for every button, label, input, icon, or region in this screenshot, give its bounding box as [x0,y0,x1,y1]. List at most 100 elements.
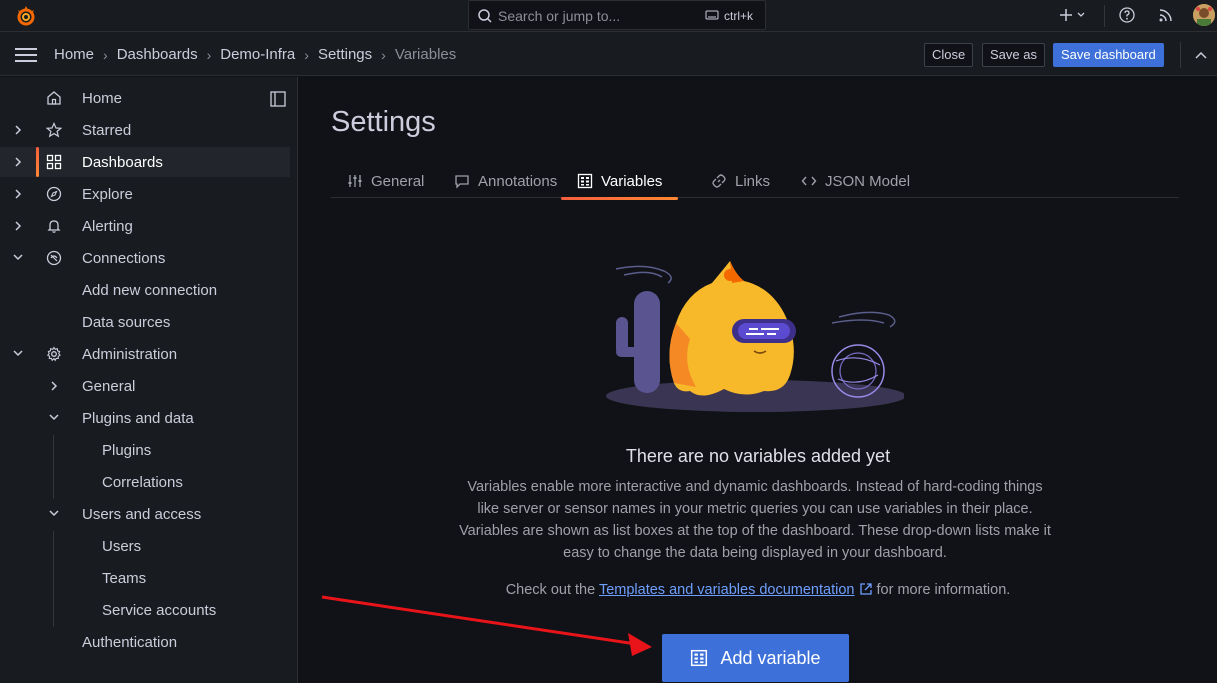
docs-prefix: Check out the [505,582,596,598]
help-icon[interactable] [1119,7,1135,23]
news-feed-icon[interactable] [1158,7,1174,23]
empty-state-illustration-icon [606,261,904,412]
chevron-down-icon[interactable] [12,252,24,262]
docs-link[interactable]: Templates and variables documentation [599,582,855,598]
sidebar-item-label: Administration [82,346,178,363]
search-box[interactable]: Search or jump to... ctrl+k [468,0,766,30]
bell-icon [47,220,61,233]
chevron-right-icon[interactable] [13,124,23,136]
chevron-up-icon[interactable] [1194,50,1208,60]
chevron-right-icon[interactable] [13,188,23,200]
avatar-image-icon [1193,4,1215,26]
sidebar-item-general[interactable]: General [0,371,290,401]
code-brackets-icon [801,176,817,186]
sidebar-item-label: Data sources [82,314,171,331]
breadcrumb-separator-icon: › [304,46,309,63]
user-avatar[interactable] [1193,4,1215,26]
tab-links[interactable]: Links [711,164,770,198]
home-icon [47,91,61,105]
compass-icon [46,186,62,202]
empty-state-description: Variables enable more interactive and dy… [459,479,1051,561]
top-bar: Search or jump to... ctrl+k [0,0,1217,32]
toolbar-divider [1104,5,1105,27]
empty-state-title: There are no variables added yet [625,446,891,466]
sidebar-item-label: Plugins and data [82,410,194,427]
add-variable-label: Add variable [720,647,821,668]
grafana-logo-icon[interactable] [14,4,38,28]
chevron-right-icon[interactable] [13,220,23,232]
sidebar: Home Starred Dashboards Explore Alerting… [0,77,298,683]
variables-icon [577,173,593,189]
sidebar-item-label: Teams [102,570,147,587]
breadcrumb-variables: Variables [394,46,457,63]
sidebar-item-users-and-access[interactable]: Users and access [0,499,290,529]
tab-label: Links [735,172,771,190]
comment-icon [455,175,469,189]
sidebar-item-plugins[interactable]: Plugins [0,435,290,465]
sidebar-item-explore[interactable]: Explore [0,179,290,209]
sidebar-item-correlations[interactable]: Correlations [0,467,290,497]
settings-tabs: General Annotations Variables Links JSON… [331,164,1179,200]
search-shortcut: ctrl+k [724,9,754,23]
sidebar-item-service-accounts[interactable]: Service accounts [0,595,290,625]
chevron-down-icon[interactable] [48,508,60,518]
sidebar-item-users[interactable]: Users [0,531,290,561]
save-as-button[interactable]: Save as [982,43,1045,67]
external-link-icon[interactable] [859,582,873,596]
sidebar-item-label: General [82,378,136,395]
sidebar-item-label: Plugins [102,442,152,459]
dashboards-grid-icon [46,154,62,170]
sidebar-item-authentication[interactable]: Authentication [0,627,290,657]
sidebar-item-connections[interactable]: Connections [0,243,290,273]
sidebar-item-label: Connections [82,250,166,267]
search-icon [478,9,492,23]
breadcrumb-separator-icon: › [206,46,212,63]
new-plus-icon[interactable] [1059,7,1087,23]
save-dashboard-button[interactable]: Save dashboard [1053,43,1164,67]
breadcrumb-demo-infra[interactable]: Demo-Infra [220,46,295,63]
main-content: Settings General Annotations Variables L… [299,77,1217,683]
chevron-right-icon[interactable] [13,156,23,168]
tab-annotations[interactable]: Annotations [454,164,557,198]
star-icon [46,122,62,138]
sidebar-item-label: Users [102,538,142,555]
sidebar-item-label: Dashboards [82,154,163,171]
sidebar-item-data-sources[interactable]: Data sources [0,307,290,337]
sidebar-item-home[interactable]: Home [0,83,290,113]
sidebar-item-label: Add new connection [82,282,218,299]
sidebar-item-teams[interactable]: Teams [0,563,290,593]
link-icon [712,174,726,188]
variables-icon [691,649,708,667]
tab-variables[interactable]: Variables [561,164,679,200]
sidebar-item-label: Service accounts [102,602,217,619]
sidebar-item-dashboards[interactable]: Dashboards [0,147,290,177]
page-title: Settings [331,106,436,138]
breadcrumb-home[interactable]: Home [54,46,94,63]
add-variable-button[interactable]: Add variable [662,634,849,682]
breadcrumb-separator-icon: › [381,46,386,63]
sidebar-item-add-new-connection[interactable]: Add new connection [0,275,290,305]
sidebar-item-starred[interactable]: Starred [0,115,290,145]
sidebar-item-plugins-and-data[interactable]: Plugins and data [0,403,290,433]
docs-suffix: for more information. [876,582,1011,598]
tab-label: Annotations [478,172,558,190]
sliders-icon [348,175,362,187]
tab-general[interactable]: General [347,164,424,198]
active-indicator [36,147,39,177]
sidebar-item-administration[interactable]: Administration [0,339,290,369]
tab-json-model[interactable]: JSON Model [801,164,910,198]
search-placeholder: Search or jump to... [498,8,621,24]
active-tab-indicator [561,197,679,200]
close-button[interactable]: Close [924,43,974,67]
tab-label: JSON Model [825,172,911,190]
docs-line: Check out the Templates and variables do… [299,582,1217,598]
breadcrumb-settings[interactable]: Settings [318,46,372,63]
chevron-right-icon[interactable] [49,380,59,392]
breadcrumb-dashboards[interactable]: Dashboards [117,46,198,63]
sidebar-item-label: Users and access [82,506,202,523]
chevron-down-icon[interactable] [48,412,60,422]
sidebar-item-alerting[interactable]: Alerting [0,211,290,241]
menu-icon[interactable] [15,47,37,63]
chevron-down-icon[interactable] [12,348,24,358]
breadcrumb-separator-icon: › [103,46,108,63]
